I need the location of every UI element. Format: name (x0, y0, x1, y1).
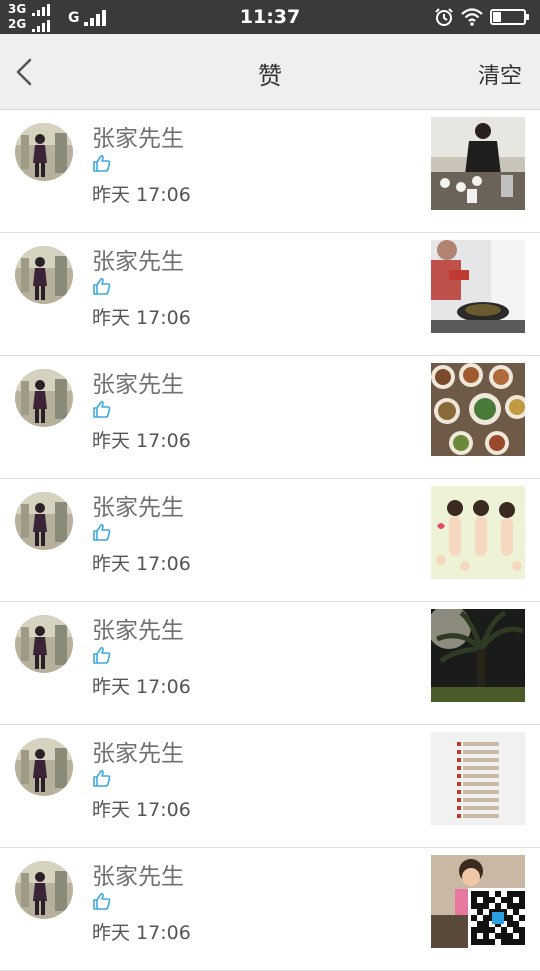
like-indicator (92, 276, 112, 296)
post-thumbnail[interactable] (431, 486, 525, 579)
like-indicator (92, 768, 112, 788)
like-time: 昨天 17:06 (92, 922, 191, 944)
status-bar: 3G 2G G 11:37 (0, 0, 540, 34)
post-thumbnail[interactable] (431, 732, 525, 825)
post-thumbnail[interactable] (431, 240, 525, 333)
thumbs-up-icon (93, 523, 111, 541)
like-indicator (92, 645, 112, 665)
list-item[interactable]: 张家先生 昨天 17:06 (0, 848, 540, 971)
avatar[interactable] (15, 123, 73, 181)
user-name[interactable]: 张家先生 (92, 119, 184, 153)
avatar[interactable] (15, 246, 73, 304)
thumbs-up-icon (93, 154, 111, 172)
thumbs-up-icon (93, 646, 111, 664)
user-name[interactable]: 张家先生 (92, 365, 184, 399)
list-item[interactable]: 张家先生 昨天 17:06 (0, 602, 540, 725)
user-name[interactable]: 张家先生 (92, 611, 184, 645)
like-indicator (92, 399, 112, 419)
user-name[interactable]: 张家先生 (92, 488, 184, 522)
like-indicator (92, 153, 112, 173)
chevron-left-icon (16, 58, 32, 86)
avatar[interactable] (15, 369, 73, 427)
list-item[interactable]: 张家先生 昨天 17:06 (0, 479, 540, 602)
list-item[interactable]: 张家先生 昨天 17:06 (0, 725, 540, 848)
like-time: 昨天 17:06 (92, 799, 191, 821)
user-name[interactable]: 张家先生 (92, 857, 184, 891)
thumbs-up-icon (93, 277, 111, 295)
post-thumbnail[interactable] (431, 609, 525, 702)
thumbs-up-icon (93, 400, 111, 418)
like-time: 昨天 17:06 (92, 430, 191, 452)
thumbs-up-icon (93, 769, 111, 787)
like-time: 昨天 17:06 (92, 553, 191, 575)
clear-button[interactable]: 清空 (478, 58, 522, 90)
user-name[interactable]: 张家先生 (92, 242, 184, 276)
list-item[interactable]: 张家先生 昨天 17:06 (0, 110, 540, 233)
thumbs-up-icon (93, 892, 111, 910)
like-time: 昨天 17:06 (92, 676, 191, 698)
status-time: 11:37 (239, 6, 301, 28)
likes-list: 张家先生 昨天 17:06 张家先生 昨天 17:06 张家先生 昨天 17:0… (0, 110, 540, 971)
page-title: 赞 (258, 62, 282, 90)
post-thumbnail[interactable] (431, 117, 525, 210)
avatar[interactable] (15, 492, 73, 550)
qr-code-icon (468, 888, 528, 948)
avatar[interactable] (15, 615, 73, 673)
list-item[interactable]: 张家先生 昨天 17:06 (0, 356, 540, 479)
user-name[interactable]: 张家先生 (92, 734, 184, 768)
alarm-icon (435, 8, 453, 26)
like-time: 昨天 17:06 (92, 307, 191, 329)
like-indicator (92, 522, 112, 542)
like-time: 昨天 17:06 (92, 184, 191, 206)
avatar[interactable] (15, 861, 73, 919)
like-indicator (92, 891, 112, 911)
post-thumbnail[interactable] (431, 363, 525, 456)
list-item[interactable]: 张家先生 昨天 17:06 (0, 233, 540, 356)
avatar[interactable] (15, 738, 73, 796)
wifi-icon (461, 8, 483, 26)
battery-icon (490, 9, 529, 25)
navigation-bar: 赞 清空 (0, 34, 540, 110)
back-button[interactable] (10, 54, 40, 90)
